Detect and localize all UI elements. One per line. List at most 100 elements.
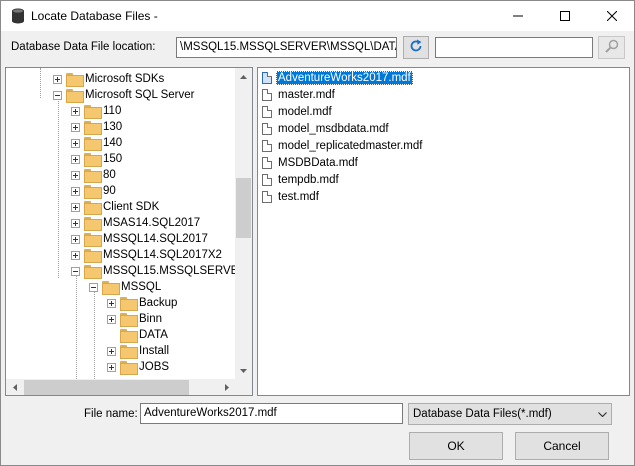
folder-tree-viewport[interactable]: Microsoft SDKs Microsoft SQL Server 110 130… bbox=[6, 68, 235, 379]
tree-node[interactable]: MSSQL15.MSSQLSERVER bbox=[71, 263, 235, 279]
search-input[interactable] bbox=[435, 37, 593, 58]
expand-plus-icon[interactable] bbox=[53, 74, 62, 84]
expand-plus-icon[interactable] bbox=[71, 138, 80, 148]
scroll-right-arrow-icon[interactable] bbox=[218, 379, 235, 395]
tree-line bbox=[94, 290, 95, 379]
file-item[interactable]: tempdb.mdf bbox=[262, 172, 341, 188]
expand-plus-icon[interactable] bbox=[71, 186, 80, 196]
expand-plus-icon[interactable] bbox=[71, 202, 80, 212]
file-type-select[interactable]: Database Data Files(*.mdf) bbox=[408, 403, 612, 425]
file-name-input[interactable]: AdventureWorks2017.mdf bbox=[140, 403, 403, 424]
file-item[interactable]: MSDBData.mdf bbox=[262, 155, 360, 171]
tree-vertical-scrollbar[interactable] bbox=[235, 68, 252, 379]
tree-node-label: 130 bbox=[103, 121, 123, 133]
tree-node-label: 110 bbox=[103, 105, 122, 117]
scroll-left-arrow-icon[interactable] bbox=[6, 379, 23, 395]
title-bar: Locate Database Files - bbox=[0, 0, 635, 31]
folder-icon bbox=[84, 105, 102, 119]
tree-node-label: Install bbox=[139, 345, 170, 357]
tree-horizontal-scroll-thumb[interactable] bbox=[24, 380, 189, 395]
tree-node[interactable]: Backup bbox=[107, 295, 177, 311]
expand-plus-icon[interactable] bbox=[107, 346, 116, 356]
expand-plus-icon[interactable] bbox=[71, 234, 80, 244]
expand-plus-icon[interactable] bbox=[71, 154, 80, 164]
refresh-button[interactable] bbox=[403, 36, 429, 59]
tree-node[interactable]: 80 bbox=[71, 167, 116, 183]
tree-node[interactable]: Binn bbox=[107, 311, 162, 327]
folder-icon bbox=[66, 89, 84, 103]
tree-node[interactable]: Install bbox=[107, 343, 169, 359]
close-button[interactable] bbox=[589, 1, 635, 31]
expand-plus-icon[interactable] bbox=[107, 362, 116, 372]
expand-plus-icon[interactable] bbox=[107, 314, 116, 324]
file-icon bbox=[262, 89, 272, 101]
tree-node[interactable]: 90 bbox=[71, 183, 116, 199]
tree-node[interactable]: MSSQL14.SQL2017X2 bbox=[71, 247, 222, 263]
tree-node[interactable]: DATA bbox=[107, 327, 168, 343]
tree-node[interactable]: MSAS14.SQL2017 bbox=[71, 215, 200, 231]
expand-plus-icon[interactable] bbox=[71, 122, 80, 132]
tree-node[interactable]: Client SDK bbox=[71, 199, 159, 215]
tree-line bbox=[58, 98, 59, 278]
location-input[interactable]: \MSSQL15.MSSQLSERVER\MSSQL\DATA bbox=[176, 37, 397, 58]
search-icon bbox=[604, 39, 619, 56]
window-title: Locate Database Files - bbox=[31, 9, 158, 23]
file-item[interactable]: model.mdf bbox=[262, 104, 334, 120]
tree-node-label: MSAS14.SQL2017 bbox=[103, 217, 201, 229]
tree-node-label: MSSQL14.SQL2017 bbox=[103, 233, 208, 245]
file-icon bbox=[262, 157, 272, 169]
tree-node[interactable]: 110 bbox=[71, 103, 121, 119]
maximize-button[interactable] bbox=[542, 1, 588, 31]
collapse-minus-icon[interactable] bbox=[89, 282, 98, 292]
search-button[interactable] bbox=[598, 36, 625, 59]
file-item-label: model_replicatedmaster.mdf bbox=[278, 140, 423, 152]
expand-plus-icon[interactable] bbox=[71, 218, 80, 228]
tree-node-label: Backup bbox=[139, 297, 178, 309]
tree-node[interactable]: 140 bbox=[71, 135, 122, 151]
file-item-label: model_msdbdata.mdf bbox=[278, 123, 389, 135]
collapse-minus-icon[interactable] bbox=[53, 90, 62, 100]
tree-node[interactable]: JOBS bbox=[107, 359, 169, 375]
tree-node[interactable]: Microsoft SDKs bbox=[53, 71, 164, 87]
tree-node[interactable]: MSSQL bbox=[89, 279, 161, 295]
minimize-button[interactable] bbox=[495, 1, 541, 31]
tree-node-label: JOBS bbox=[139, 361, 170, 373]
folder-icon bbox=[66, 73, 84, 87]
expand-plus-icon[interactable] bbox=[71, 250, 80, 260]
folder-tree[interactable]: Microsoft SDKs Microsoft SQL Server 110 130… bbox=[5, 67, 253, 396]
file-item-label: model.mdf bbox=[278, 106, 332, 118]
tree-node-label: 90 bbox=[103, 185, 116, 197]
cancel-button[interactable]: Cancel bbox=[515, 432, 609, 460]
tree-node[interactable]: MSSQL14.SQL2017 bbox=[71, 231, 208, 247]
tree-node-label: Microsoft SQL Server bbox=[85, 89, 195, 101]
tree-node[interactable]: 150 bbox=[71, 151, 122, 167]
file-item[interactable]: AdventureWorks2017.mdf bbox=[262, 70, 413, 86]
folder-icon bbox=[84, 217, 102, 231]
tree-node[interactable]: Microsoft SQL Server bbox=[53, 87, 195, 103]
expand-plus-icon[interactable] bbox=[71, 170, 80, 180]
ok-button[interactable]: OK bbox=[409, 432, 503, 460]
file-item[interactable]: master.mdf bbox=[262, 87, 337, 103]
file-item[interactable]: model_replicatedmaster.mdf bbox=[262, 138, 424, 154]
folder-icon bbox=[84, 233, 102, 247]
folder-icon bbox=[84, 249, 102, 263]
collapse-minus-icon[interactable] bbox=[71, 266, 80, 276]
file-list[interactable]: AdventureWorks2017.mdf master.mdf model.md… bbox=[257, 67, 630, 396]
file-item[interactable]: test.mdf bbox=[262, 189, 321, 205]
expand-plus-icon[interactable] bbox=[71, 106, 80, 116]
tree-node-label: 80 bbox=[103, 169, 116, 181]
folder-icon bbox=[102, 281, 120, 295]
expand-plus-icon[interactable] bbox=[107, 298, 116, 308]
file-type-value: Database Data Files(*.mdf) bbox=[413, 408, 552, 420]
file-item[interactable]: model_msdbdata.mdf bbox=[262, 121, 391, 137]
folder-icon bbox=[84, 153, 102, 167]
tree-node[interactable]: 130 bbox=[71, 119, 122, 135]
file-item-label: master.mdf bbox=[278, 89, 335, 101]
tree-node-label: 140 bbox=[103, 137, 123, 149]
tree-horizontal-scrollbar[interactable] bbox=[6, 379, 235, 395]
scroll-down-arrow-icon[interactable] bbox=[235, 362, 252, 379]
tree-vertical-scroll-thumb[interactable] bbox=[236, 178, 251, 238]
tree-node-label: MSSQL bbox=[121, 281, 162, 293]
scroll-up-arrow-icon[interactable] bbox=[235, 68, 252, 85]
folder-icon bbox=[120, 345, 138, 359]
